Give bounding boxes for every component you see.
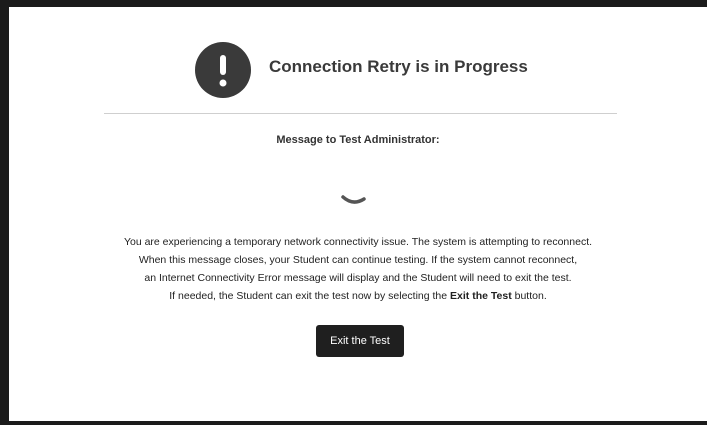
- exit-test-button[interactable]: Exit the Test: [316, 325, 404, 357]
- message-text: button.: [511, 290, 547, 302]
- message-text: If needed, the Student can exit the test…: [169, 290, 451, 302]
- dialog-subtitle: Message to Test Administrator:: [276, 134, 440, 146]
- message-bold-text: Exit the Test: [450, 290, 512, 302]
- message-line-last: If needed, the Student can exit the test…: [9, 287, 707, 305]
- window-frame: Connection Retry is in Progress Message …: [0, 0, 707, 425]
- message-line: You are experiencing a temporary network…: [123, 236, 593, 248]
- dialog-header: Connection Retry is in Progress: [9, 42, 707, 102]
- dialog-panel: Connection Retry is in Progress Message …: [9, 7, 707, 421]
- dialog-title: Connection Retry is in Progress: [269, 57, 528, 76]
- exclamation-icon: [195, 42, 251, 98]
- dialog-message: You are experiencing a temporary network…: [9, 233, 707, 305]
- message-line: When this message closes, your Student c…: [138, 254, 578, 266]
- loading-spinner-icon: [339, 182, 369, 212]
- divider: [104, 113, 617, 114]
- message-line: an Internet Connectivity Error message w…: [144, 272, 572, 284]
